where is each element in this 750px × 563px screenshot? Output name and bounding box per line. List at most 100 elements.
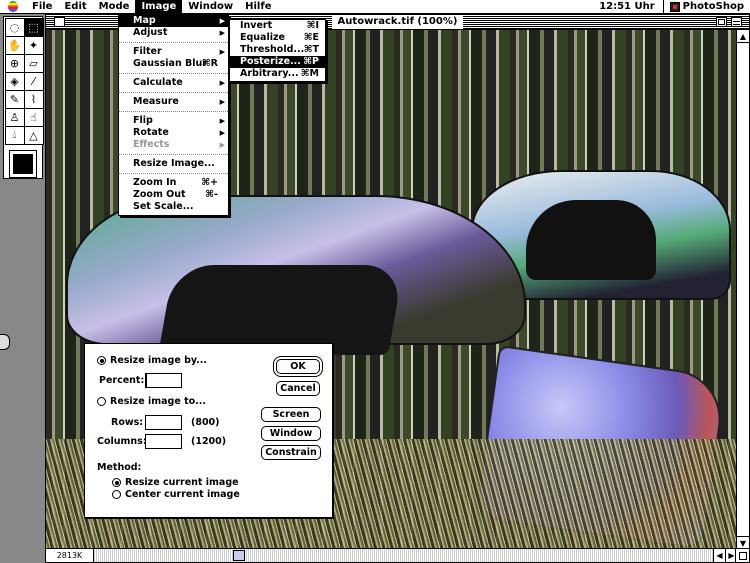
menu-window[interactable]: Window xyxy=(182,0,239,14)
rows-hint: (800) xyxy=(191,417,220,428)
menu-item-zoom-out[interactable]: Zoom Out ⌘- xyxy=(119,189,228,201)
collapse-box-icon[interactable] xyxy=(731,17,742,27)
application-menu[interactable]: PhotoShop xyxy=(662,0,750,14)
drop-icon[interactable]: 💧︎ xyxy=(4,125,25,145)
menu-item-effects: Effects ▶ xyxy=(133,139,225,150)
lasso-icon[interactable]: ◌ xyxy=(4,17,25,37)
menu-mode[interactable]: Mode xyxy=(93,0,136,14)
apple-menu[interactable] xyxy=(0,0,26,14)
ok-button[interactable]: OK xyxy=(276,359,320,374)
resize-image-dialog: Resize image by... Percent: Resize image… xyxy=(84,343,333,518)
photo-car-front-window xyxy=(158,265,404,355)
columns-input[interactable] xyxy=(145,434,182,449)
menu-separator xyxy=(119,89,228,93)
submenu-arrow-icon: ▶ xyxy=(219,79,225,87)
tool-palette: ◌ ⬚ ✋ ✦ ⊕ ▱ ◈ ⁄ ✎ ⌇ ♙ ☝ 💧︎ △ xyxy=(3,16,44,179)
radio-resize-to[interactable]: Resize image to... xyxy=(97,396,206,407)
radio-resize-by-label: Resize image by... xyxy=(110,355,208,366)
menu-item-threshold[interactable]: Threshold... ⌘T xyxy=(230,44,325,56)
columns-label: Columns: xyxy=(97,436,147,447)
map-submenu: Invert ⌘I Equalize ⌘E Threshold... ⌘T Poste… xyxy=(229,19,326,82)
menu-item-invert[interactable]: Invert ⌘I xyxy=(230,20,325,32)
radio-resize-current[interactable]: Resize current image xyxy=(112,477,239,488)
submenu-arrow-icon: ▶ xyxy=(219,29,225,37)
horizontal-scrollbar[interactable]: 2813K ◀ ▶ xyxy=(46,548,737,562)
cancel-button[interactable]: Cancel xyxy=(276,381,320,396)
color-swatch[interactable] xyxy=(9,150,37,178)
menu-separator xyxy=(119,108,228,112)
eyedropper-icon[interactable]: ⁄ xyxy=(23,71,44,91)
photoshop-app-icon xyxy=(669,1,680,12)
magic-wand-icon[interactable]: ✦ xyxy=(23,35,44,55)
constrain-button[interactable]: Constrain xyxy=(261,445,321,460)
palette-side-tab[interactable] xyxy=(0,334,10,350)
menu-item-filter[interactable]: Filter ▶ xyxy=(119,46,228,58)
menu-item-gaussian-blur[interactable]: Gaussian Blur ⌘R xyxy=(119,58,228,70)
cone-icon[interactable]: △ xyxy=(23,125,44,145)
submenu-arrow-icon: ▶ xyxy=(219,129,225,137)
menu-hilfe[interactable]: Hilfe xyxy=(239,0,277,14)
submenu-arrow-icon: ▶ xyxy=(219,98,225,106)
radio-center-current-label: Center current image xyxy=(125,489,240,500)
zoom-box-icon[interactable] xyxy=(716,17,727,27)
menu-file[interactable]: File xyxy=(26,0,58,14)
radio-unselected-icon xyxy=(112,490,121,499)
radio-selected-icon xyxy=(97,356,106,365)
scroll-left-icon[interactable]: ◀ xyxy=(713,549,725,562)
menu-image[interactable]: Image xyxy=(135,0,183,14)
menu-item-set-scale[interactable]: Set Scale... xyxy=(119,201,228,213)
rows-input[interactable] xyxy=(145,415,182,430)
menu-edit[interactable]: Edit xyxy=(58,0,92,14)
radio-center-current[interactable]: Center current image xyxy=(112,489,240,500)
pencil-icon[interactable]: ✎ xyxy=(4,89,25,109)
eraser-icon[interactable]: ▱ xyxy=(23,53,44,73)
radio-resize-to-label: Resize image to... xyxy=(110,396,206,407)
submenu-arrow-icon: ▶ xyxy=(219,17,225,25)
marquee-icon[interactable]: ⬚ xyxy=(23,17,44,37)
method-label: Method: xyxy=(97,462,142,473)
menu-item-adjust[interactable]: Adjust ▶ xyxy=(119,27,228,39)
apple-icon xyxy=(8,1,18,12)
menu-item-calculate[interactable]: Calculate ▶ xyxy=(119,77,228,89)
document-size-field[interactable]: 2813K xyxy=(46,549,94,562)
menu-separator xyxy=(119,170,228,174)
brush-icon[interactable]: ⌇ xyxy=(23,89,44,109)
radio-resize-by[interactable]: Resize image by... xyxy=(97,355,207,366)
menu-separator xyxy=(119,39,228,43)
stamp-icon[interactable]: ♙ xyxy=(4,107,25,127)
menu-separator xyxy=(119,151,228,155)
application-name: PhotoShop xyxy=(682,1,744,12)
window-button[interactable]: Window xyxy=(261,426,321,441)
menu-separator xyxy=(119,70,228,74)
image-menu-dropdown: Map ▶ Adjust ▶ Filter ▶ Gaussian Blur ⌘R Cal… xyxy=(118,14,229,216)
menu-item-equalize[interactable]: Equalize ⌘E xyxy=(230,32,325,44)
window-title: Autowrack.tif (100%) xyxy=(331,15,464,29)
radio-unselected-icon xyxy=(97,397,106,406)
bucket-icon[interactable]: ◈ xyxy=(4,71,25,91)
radio-resize-current-label: Resize current image xyxy=(125,477,239,488)
menu-item-measure[interactable]: Measure ▶ xyxy=(119,96,228,108)
menu-item-flip[interactable]: Flip ▶ xyxy=(119,115,228,127)
submenu-arrow-icon: ▶ xyxy=(219,117,225,125)
menu-item-arbitrary[interactable]: Arbitrary... ⌘M xyxy=(230,68,325,80)
vertical-scrollbar[interactable]: ▲ ▼ xyxy=(736,30,749,549)
radio-selected-icon xyxy=(112,478,121,487)
hand-icon[interactable]: ✋ xyxy=(4,35,25,55)
rows-label: Rows: xyxy=(111,417,144,428)
menu-bar: File Edit Mode Image Window Hilfe 12:51 … xyxy=(0,0,750,14)
screen-button[interactable]: Screen xyxy=(261,407,321,422)
menu-item-rotate[interactable]: Rotate ▶ xyxy=(119,127,228,139)
menu-item-resize-image[interactable]: Resize Image... xyxy=(119,158,228,170)
resize-box-icon[interactable] xyxy=(735,548,749,562)
menu-item-posterize[interactable]: Posterize... ⌘P xyxy=(230,56,325,68)
smudge-icon[interactable]: ☝ xyxy=(23,107,44,127)
scroll-thumb[interactable] xyxy=(233,550,245,561)
percent-input[interactable] xyxy=(145,373,182,388)
menu-item-zoom-in[interactable]: Zoom In ⌘+ xyxy=(119,177,228,189)
menu-item-map[interactable]: Map ▶ xyxy=(119,15,228,27)
crosshair-icon[interactable]: ⊕ xyxy=(4,53,25,73)
scroll-track[interactable] xyxy=(94,549,713,562)
foreground-color xyxy=(13,154,33,174)
close-box-icon[interactable] xyxy=(54,17,65,27)
scroll-up-icon[interactable]: ▲ xyxy=(737,30,749,43)
